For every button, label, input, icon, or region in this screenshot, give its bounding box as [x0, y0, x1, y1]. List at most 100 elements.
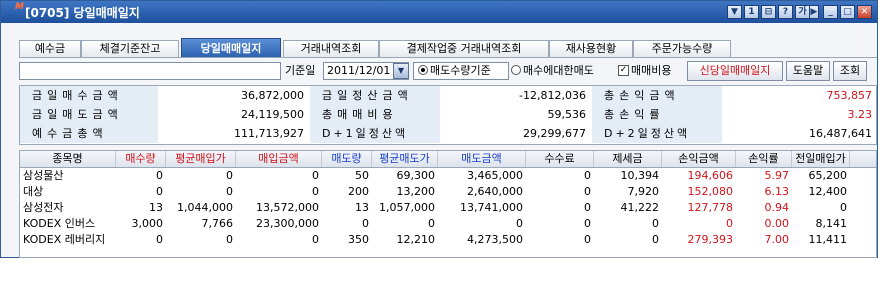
table-cell: 대상 — [23, 185, 44, 198]
table-cell: 7,920 — [627, 185, 660, 198]
minimize-icon[interactable]: _ — [823, 5, 838, 19]
summary-label: 금일매수금액 — [20, 86, 158, 105]
trade-grid: 종목명 매수량 평균매입가 매입금액 매도량 평균매도가 매도금액 수수료 제세금 손익금액 손익률… — [19, 150, 877, 258]
table-cell: 279,393 — [687, 233, 734, 246]
radio-sell-qty-label: 매도수량기준 — [430, 64, 491, 77]
radio-sell-qty[interactable] — [418, 65, 428, 75]
summary-value: 111,713,927 — [234, 127, 304, 140]
column-header[interactable]: 매입금액 — [236, 151, 322, 167]
table-cell: 0 — [584, 169, 591, 182]
table-row[interactable]: KODEX 인버스 3,000 7,766 23,300,000 0 0 0 0 0 0 0.00 8… — [20, 216, 876, 232]
fee-checkbox[interactable]: ✓ — [618, 65, 629, 76]
summary-panel: 금일매수금액 36,872,000 금일정산금액 -12,812,036 총손익… — [19, 85, 877, 145]
screen-number-button[interactable]: 1 — [744, 5, 759, 19]
summary-value: 29,299,677 — [523, 127, 586, 140]
tab-balance[interactable]: 체결기준잔고 — [81, 40, 179, 58]
table-cell: 0 — [726, 217, 733, 230]
column-header[interactable]: 평균매도가 — [372, 151, 438, 167]
tab-orderable-qty[interactable]: 주문가능수량 — [633, 40, 731, 58]
column-header[interactable]: 손익금액 — [662, 151, 736, 167]
table-cell: 0 — [156, 185, 163, 198]
table-cell: 194,606 — [687, 169, 734, 182]
summary-row: 예수금총액 111,713,927 D+1일정산액 29,299,677 D+2… — [20, 124, 876, 143]
table-cell: 350 — [348, 233, 369, 246]
table-cell: 10,394 — [620, 169, 660, 182]
table-row[interactable]: KODEX 레버리지 0 0 0 350 12,210 4,273,500 0 0 279,393… — [20, 232, 876, 248]
column-header[interactable]: 수수료 — [526, 151, 594, 167]
tab-reuse-status[interactable]: 재사용현황 — [549, 40, 633, 58]
table-cell: 152,080 — [687, 185, 734, 198]
logo-mark: + — [15, 2, 23, 12]
table-cell: 11,411 — [808, 233, 848, 246]
link-arrow-icon[interactable]: ▶ — [809, 5, 819, 19]
table-cell: 7.00 — [764, 233, 790, 246]
tab-pending-transactions[interactable]: 결제작업중 거래내역조회 — [379, 40, 549, 58]
table-cell: 13,741,000 — [460, 201, 523, 214]
summary-value: 753,857 — [826, 89, 873, 102]
font-size-button[interactable]: 가 — [795, 5, 810, 19]
tab-divider — [19, 57, 877, 58]
summary-value: 36,872,000 — [241, 89, 304, 102]
summary-value: -12,812,036 — [519, 89, 586, 102]
table-cell: 삼성물산 — [23, 169, 64, 182]
table-cell: 13 — [355, 201, 369, 214]
help-icon[interactable]: ? — [778, 5, 793, 19]
table-cell: 13,200 — [396, 185, 436, 198]
table-cell: 0 — [312, 233, 319, 246]
summary-value: 16,487,641 — [809, 127, 872, 140]
column-header[interactable]: 매도금액 — [438, 151, 526, 167]
account-input[interactable] — [19, 62, 281, 80]
table-row[interactable]: 삼성물산 0 0 0 50 69,300 3,465,000 0 10,394 194,606 5.… — [20, 168, 876, 184]
table-cell: 13 — [149, 201, 163, 214]
table-cell: 삼성전자 — [23, 201, 64, 214]
close-icon[interactable]: ✕ — [857, 5, 872, 19]
window-title: [0705] 당일매매일지 — [25, 6, 140, 20]
table-row[interactable]: 대상 0 0 0 200 13,200 2,640,000 0 7,920 152,080 6.13… — [20, 184, 876, 200]
summary-label: 예수금총액 — [20, 124, 158, 143]
column-header[interactable]: 매수량 — [116, 151, 166, 167]
table-cell: 41,222 — [620, 201, 660, 214]
table-cell: 0 — [652, 217, 659, 230]
main-window: M + [0705] 당일매매일지 ▼ 1 ⊟ ? 가 ▶ _ □ ✕ 예수금 체… — [0, 0, 878, 258]
table-cell: 65,200 — [808, 169, 848, 182]
radio-buy-sell[interactable] — [511, 65, 521, 75]
table-cell: 0 — [652, 233, 659, 246]
table-cell: 23,300,000 — [256, 217, 319, 230]
table-cell: 0 — [312, 169, 319, 182]
print-journal-button[interactable]: 신당일매매일지 — [687, 61, 783, 81]
summary-label: D+2일정산액 — [592, 124, 722, 143]
query-button[interactable]: 조회 — [833, 61, 867, 81]
column-header[interactable]: 제세금 — [594, 151, 662, 167]
table-cell: 0 — [362, 217, 369, 230]
summary-value: 24,119,500 — [241, 108, 304, 121]
column-header[interactable]: 평균매입가 — [166, 151, 236, 167]
summary-label: 금일정산금액 — [310, 86, 440, 105]
table-cell: 0 — [428, 217, 435, 230]
summary-label: 총손익률 — [592, 105, 722, 124]
column-header[interactable]: 전일매입가 — [792, 151, 850, 167]
tab-daily-journal[interactable]: 당일매매일지 — [181, 38, 281, 58]
table-cell: 3,465,000 — [467, 169, 523, 182]
tab-transactions[interactable]: 거래내역조회 — [283, 40, 379, 58]
table-cell: 0 — [312, 185, 319, 198]
table-cell: 5.97 — [764, 169, 790, 182]
table-cell: 0 — [584, 233, 591, 246]
table-cell: 0 — [226, 233, 233, 246]
table-cell: 12,210 — [396, 233, 436, 246]
table-cell: 2,640,000 — [467, 185, 523, 198]
toolbar: 기준일 2011/12/01 ▼ 매도수량기준 매수에대한매도 ✓ 매매비용 신… — [19, 61, 877, 83]
summary-row: 금일매수금액 36,872,000 금일정산금액 -12,812,036 총손익… — [20, 86, 876, 105]
table-cell: 0 — [584, 217, 591, 230]
calendar-dropdown-icon[interactable]: ▼ — [393, 63, 409, 79]
print-icon[interactable]: ⊟ — [761, 5, 776, 19]
column-header[interactable]: 손익률 — [736, 151, 792, 167]
table-cell: 3,000 — [131, 217, 164, 230]
column-header[interactable]: 종목명 — [20, 151, 116, 167]
table-cell: 0 — [584, 201, 591, 214]
table-row[interactable]: 삼성전자 13 1,044,000 13,572,000 13 1,057,000 13,7… — [20, 200, 876, 216]
maximize-icon[interactable]: □ — [840, 5, 855, 19]
help-button[interactable]: 도움말 — [786, 61, 830, 81]
column-header[interactable]: 매도량 — [322, 151, 372, 167]
tab-deposit[interactable]: 예수금 — [19, 40, 81, 58]
dropdown-menu-icon[interactable]: ▼ — [727, 5, 742, 19]
